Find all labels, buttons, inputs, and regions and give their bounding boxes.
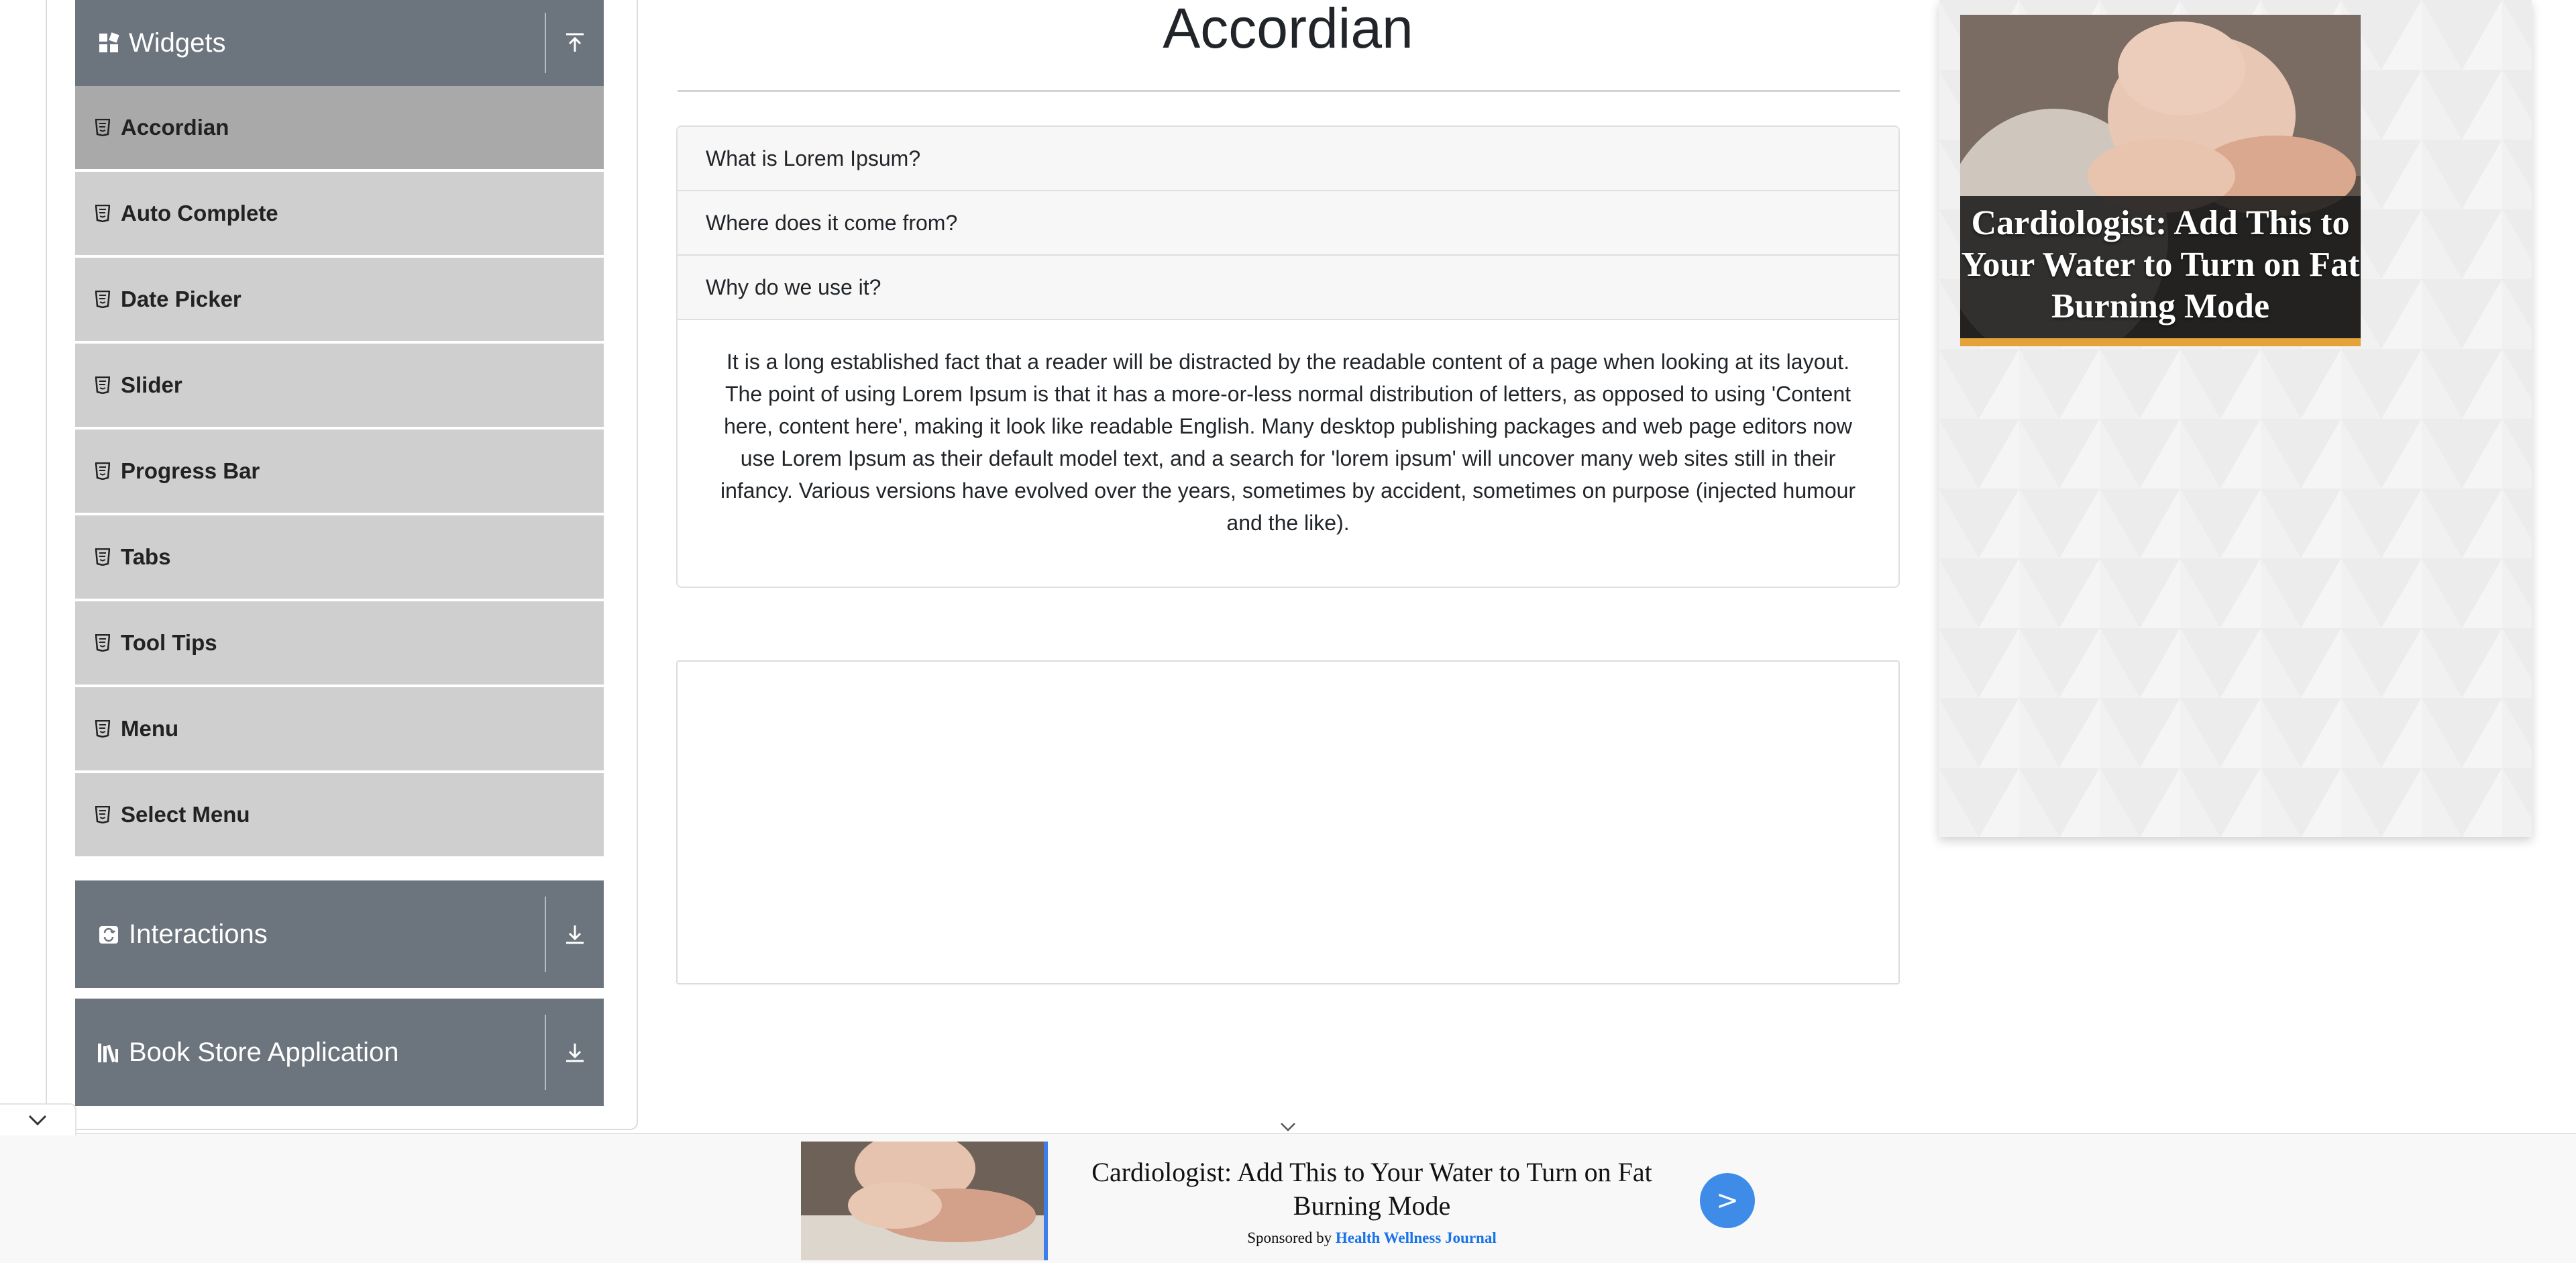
menu-item-date-picker[interactable]: Date Picker [75,258,604,344]
group-header-book-store[interactable]: Book Store Application [75,999,604,1106]
ad-accent-bar [1960,338,2361,346]
books-icon [97,1040,121,1064]
bottom-ad-sponsor: Sponsored by Health Wellness Journal [1073,1229,1670,1247]
accordion-header-where-from[interactable]: Where does it come from? [678,191,1898,256]
menu-item-label: Tabs [121,544,171,569]
html5-icon [95,204,111,223]
html5-icon [95,634,111,652]
menu-item-label: Slider [121,372,182,397]
bottom-ad-accent [1044,1142,1048,1260]
html5-icon [95,548,111,566]
expand-down-icon[interactable] [546,923,604,946]
group-title-widgets: Widgets [129,28,226,58]
menu-item-label: Auto Complete [121,201,278,225]
ad-go-button[interactable]: > [1700,1173,1755,1228]
ad-headline: Cardiologist: Add This to Your Water to … [1961,204,2360,325]
expand-down-icon[interactable] [546,1041,604,1064]
widgets-icon [97,31,121,55]
group-header-widgets[interactable]: Widgets [75,0,604,86]
title-divider [678,90,1900,92]
menu-item-label: Menu [121,716,179,741]
page-title: Accordian [1163,0,1413,60]
group-title-book-store: Book Store Application [129,1037,399,1067]
bottom-ad-image[interactable] [801,1142,1044,1260]
html5-icon [95,376,111,395]
collapse-up-icon[interactable] [546,32,604,54]
group-title-interactions: Interactions [129,919,268,949]
sponsor-link[interactable]: Health Wellness Journal [1336,1229,1497,1246]
html5-icon [95,462,111,481]
menu-item-menu[interactable]: Menu [75,687,604,773]
group-header-interactions[interactable]: Interactions [75,880,604,988]
accordion-header-why-use[interactable]: Why do we use it? [678,256,1898,320]
chevron-down-icon[interactable] [1275,1121,1301,1134]
menu-item-progress-bar[interactable]: Progress Bar [75,430,604,515]
accordion-header-what-is[interactable]: What is Lorem Ipsum? [678,127,1898,191]
ad-card[interactable]: Cardiologist: Add This to Your Water to … [1960,15,2361,346]
menu-item-label: Date Picker [121,287,241,311]
html5-icon [95,805,111,824]
sponsored-prefix: Sponsored by [1247,1229,1332,1246]
menu-item-slider[interactable]: Slider [75,344,604,430]
html5-icon [95,719,111,738]
html5-icon [95,118,111,137]
widgets-menu: Accordian Auto Complete Date Picker Slid… [75,86,604,859]
menu-item-label: Tool Tips [121,630,217,655]
menu-item-auto-complete[interactable]: Auto Complete [75,172,604,258]
menu-item-select-menu[interactable]: Select Menu [75,773,604,859]
html5-icon [95,290,111,309]
menu-item-label: Select Menu [121,802,250,827]
interactions-icon [97,922,121,946]
menu-item-tool-tips[interactable]: Tool Tips [75,601,604,687]
menu-item-tabs[interactable]: Tabs [75,515,604,601]
right-ad-panel: Cardiologist: Add This to Your Water to … [1939,0,2532,837]
accordion: What is Lorem Ipsum? Where does it come … [676,125,1900,588]
menu-item-accordian[interactable]: Accordian [75,86,604,172]
chevron-down-icon [28,1115,47,1126]
accordion-body-why-use: It is a long established fact that a rea… [678,320,1898,587]
ad-placeholder [676,660,1900,984]
bottom-ad-headline[interactable]: Cardiologist: Add This to Your Water to … [1073,1156,1670,1223]
collapse-ad-button[interactable] [0,1103,76,1135]
menu-item-label: Progress Bar [121,458,260,483]
menu-item-label: Accordian [121,115,229,140]
